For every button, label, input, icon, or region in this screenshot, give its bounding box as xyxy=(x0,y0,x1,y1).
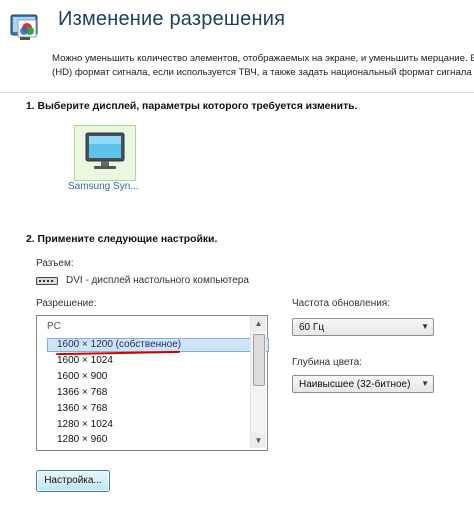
settings-button[interactable]: Настройка... xyxy=(36,470,110,492)
refresh-rate-select[interactable]: 60 Гц ▼ xyxy=(292,318,434,336)
display-tile[interactable] xyxy=(74,125,136,181)
color-depth-select[interactable]: Наивысшее (32-битное) ▼ xyxy=(292,375,434,393)
monitor-icon xyxy=(83,130,127,177)
resolution-option-selected[interactable]: 1600 × 1200 (собственное) xyxy=(47,338,269,352)
scroll-up-icon[interactable]: ▲ xyxy=(251,316,266,331)
header-divider xyxy=(0,92,474,93)
page-title: Изменение разрешения xyxy=(58,8,286,30)
connector-label: Разъем: xyxy=(36,258,74,269)
display-settings-icon xyxy=(10,14,44,44)
resolution-option[interactable]: 1280 × 960 xyxy=(57,434,107,445)
scroll-down-icon[interactable]: ▼ xyxy=(251,433,266,448)
color-depth-label: Глубина цвета: xyxy=(292,357,362,368)
resolution-group-header: PC xyxy=(47,321,61,332)
description-line-2: (HD) формат сигнала, если используется Т… xyxy=(52,67,472,78)
display-name: Samsung Syn... xyxy=(68,181,139,192)
connector-value: DVI - дисплей настольного компьютера xyxy=(66,275,249,286)
resolution-list[interactable]: PC 1600 × 1200 (собственное) 1600 × 1024… xyxy=(36,315,269,451)
resolution-option[interactable]: 1280 × 1024 xyxy=(57,419,113,430)
color-depth-value: Наивысшее (32-битное) xyxy=(299,379,411,390)
step2-heading: 2. Примените следующие настройки. xyxy=(26,234,218,245)
step1-heading: 1. Выберите дисплей, параметры которого … xyxy=(26,101,358,112)
resolution-option[interactable]: 1600 × 1024 xyxy=(57,355,113,366)
refresh-rate-label: Частота обновления: xyxy=(292,298,390,309)
chevron-down-icon: ▼ xyxy=(421,379,429,388)
dvi-connector-icon xyxy=(36,277,58,288)
resolution-option[interactable]: 1366 × 768 xyxy=(57,387,107,398)
resolution-option[interactable]: 1600 × 900 xyxy=(57,371,107,382)
page-description: Можно уменьшить количество элементов, от… xyxy=(52,52,474,80)
resolution-label: Разрешение: xyxy=(36,298,97,309)
scrollbar-thumb[interactable] xyxy=(253,334,265,386)
chevron-down-icon: ▼ xyxy=(421,322,429,331)
refresh-rate-value: 60 Гц xyxy=(299,322,325,333)
resolution-option[interactable]: 1360 × 768 xyxy=(57,403,107,414)
resolution-list-scrollbar[interactable]: ▲ ▼ xyxy=(250,316,266,448)
description-line-1: Можно уменьшить количество элементов, от… xyxy=(52,53,474,64)
